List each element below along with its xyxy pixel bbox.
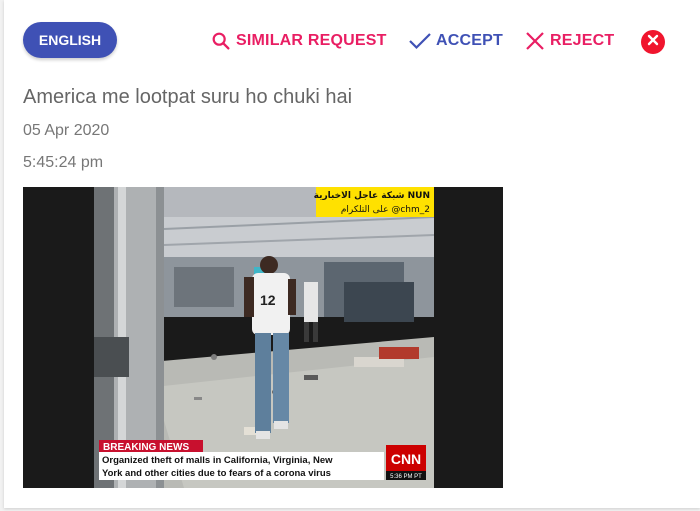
x-icon [524,30,546,52]
post-time: 5:45:24 pm [23,154,104,171]
accept-label: ACCEPT [436,32,503,49]
language-toggle-button[interactable]: ENGLISH [23,22,117,58]
video-thumbnail[interactable]: 12 شبكة عاجل الاخبارية NUN على التلكرام … [23,187,503,488]
search-icon [210,30,232,52]
similar-request-button[interactable]: SIMILAR REQUEST [210,28,387,54]
post-title: America me lootpat suru ho chuki hai [23,86,353,108]
check-icon [408,30,432,52]
network-logo: CNN [391,451,421,467]
ticker-line-1: Organized theft of malls in California, … [102,455,333,466]
accept-button[interactable]: ACCEPT [408,28,503,54]
breaking-news-label: BREAKING NEWS [103,442,189,453]
reject-button[interactable]: REJECT [524,28,614,54]
post-date: 05 Apr 2020 [23,122,110,139]
arabic-channel-text: شبكة عاجل الاخبارية NUN [314,191,430,201]
close-button[interactable] [641,30,665,54]
arabic-handle-text: على التلكرام @chm_2 [341,205,430,215]
ticker-line-2: York and other cities due to fears of a … [102,468,331,479]
similar-request-label: SIMILAR REQUEST [236,32,387,49]
broadcast-clock: 5:36 PM PT [390,474,422,480]
request-card: ENGLISH SIMILAR REQUEST ACCEPT REJECT Am… [4,0,700,508]
shirt-number: 12 [260,292,276,308]
reject-label: REJECT [550,32,615,49]
video-frame: 12 شبكة عاجل الاخبارية NUN على التلكرام … [94,187,434,488]
close-circle-icon [647,33,659,51]
